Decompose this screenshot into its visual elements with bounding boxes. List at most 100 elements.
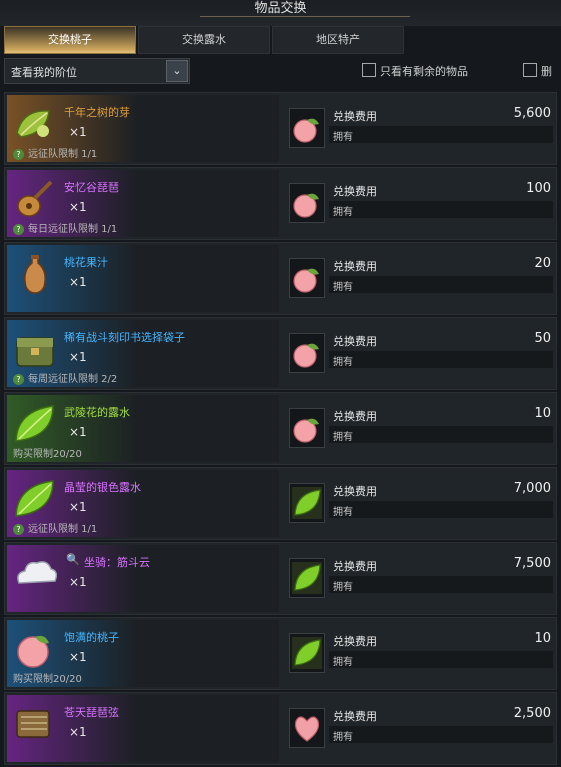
tab-bar: 交换桃子 交换露水 地区特产 <box>4 26 406 54</box>
leaf-bud-icon[interactable] <box>13 103 57 145</box>
peach-icon[interactable] <box>13 628 57 670</box>
tier-filter-dropdown[interactable]: 查看我的阶位 ⌄ <box>4 58 190 84</box>
item-name: 千年之树的芽 <box>64 106 130 119</box>
green-leaf-icon[interactable] <box>13 403 57 445</box>
exchange-item-row[interactable]: 饱满的桃子 ×1 购买限制20/20 兑换费用 10 拥有 <box>4 617 557 690</box>
item-quantity: ×1 <box>69 275 87 289</box>
purchase-limit: 每日远征队限制 1/1 <box>28 224 118 235</box>
delete-label: 删 <box>541 65 552 78</box>
item-name: 稀有战斗刻印书选择袋子 <box>64 331 185 344</box>
owned-bar: 拥有 <box>329 726 553 743</box>
exchange-item-row[interactable]: 武陵花的露水 ×1 购买限制20/20 兑换费用 10 拥有 <box>4 392 557 465</box>
item-quantity: ×1 <box>69 350 87 364</box>
item-quantity: ×1 <box>69 650 87 664</box>
tab-exchange-peach[interactable]: 交换桃子 <box>4 26 136 54</box>
limit-line: ? 每日远征队限制 1/1 <box>13 220 117 235</box>
dew-leaf-icon[interactable] <box>289 483 325 523</box>
cost-value: 20 <box>534 256 551 271</box>
title-ornament <box>200 16 410 17</box>
purchase-limit: 购买限制20/20 <box>13 674 82 685</box>
cost-label: 兑换费用 <box>333 485 377 498</box>
cost-panel: 兑换费用 7,500 拥有 <box>285 545 555 612</box>
bag-icon[interactable] <box>13 328 57 370</box>
owned-bar: 拥有 <box>329 501 553 518</box>
remaining-only-label: 只看有剩余的物品 <box>380 65 468 78</box>
exchange-item-row[interactable]: 桃花果汁 ×1 兑换费用 20 拥有 <box>4 242 557 315</box>
magnifier-icon[interactable]: 🔍 <box>66 553 80 566</box>
exchange-item-row[interactable]: 稀有战斗刻印书选择袋子 ×1? 每周远征队限制 2/2 兑换费用 50 拥有 <box>4 317 557 390</box>
purchase-limit: 购买限制20/20 <box>13 449 82 460</box>
owned-label: 拥有 <box>333 732 353 743</box>
cost-value: 50 <box>534 331 551 346</box>
cost-label: 兑换费用 <box>333 110 377 123</box>
strings-icon[interactable] <box>13 703 57 745</box>
cloud-icon[interactable] <box>13 553 58 595</box>
cost-value: 2,500 <box>513 706 551 721</box>
exchange-item-row[interactable]: 晶莹的银色露水 ×1? 远征队限制 1/1 兑换费用 7,000 拥有 <box>4 467 557 540</box>
purchase-limit: 每周远征队限制 2/2 <box>28 374 118 385</box>
owned-bar: 拥有 <box>329 576 553 593</box>
cost-panel: 兑换费用 5,600 拥有 <box>285 95 555 162</box>
item-panel: 苍天琵琶弦 ×1 <box>7 695 279 762</box>
item-name: 苍天琵琶弦 <box>64 706 119 719</box>
item-panel: 饱满的桃子 ×1 购买限制20/20 <box>7 620 279 687</box>
chevron-down-icon[interactable]: ⌄ <box>166 60 188 82</box>
exchange-list: 千年之树的芽 ×1? 远征队限制 1/1 兑换费用 5,600 拥有 安忆谷琵琶 ×1? 每日远… <box>4 92 557 767</box>
exchange-item-row[interactable]: 苍天琵琶弦 ×1 兑换费用 2,500 拥有 <box>4 692 557 765</box>
cost-peach-icon[interactable] <box>289 333 325 373</box>
purchase-limit: 远征队限制 1/1 <box>28 524 98 535</box>
owned-label: 拥有 <box>333 657 353 668</box>
heart-peach-icon[interactable] <box>289 708 325 748</box>
item-quantity: ×1 <box>69 200 87 214</box>
cost-value: 7,500 <box>513 556 551 571</box>
item-name: 桃花果汁 <box>64 256 108 269</box>
cost-panel: 兑换费用 10 拥有 <box>285 620 555 687</box>
cost-label: 兑换费用 <box>333 635 377 648</box>
tab-regional-specialty[interactable]: 地区特产 <box>272 26 404 54</box>
cost-value: 10 <box>534 406 551 421</box>
delete-checkbox[interactable] <box>523 63 537 77</box>
item-quantity: ×1 <box>69 575 87 589</box>
owned-label: 拥有 <box>333 507 353 518</box>
cost-label: 兑换费用 <box>333 560 377 573</box>
help-icon[interactable]: ? <box>13 373 24 385</box>
cost-peach-icon[interactable] <box>289 183 325 223</box>
limit-line: ? 远征队限制 1/1 <box>13 520 97 535</box>
cost-label: 兑换费用 <box>333 260 377 273</box>
item-panel: 武陵花的露水 ×1 购买限制20/20 <box>7 395 279 462</box>
cost-value: 5,600 <box>513 106 551 121</box>
help-icon[interactable]: ? <box>13 523 24 535</box>
owned-label: 拥有 <box>333 132 353 143</box>
exchange-item-row[interactable]: 千年之树的芽 ×1? 远征队限制 1/1 兑换费用 5,600 拥有 <box>4 92 557 165</box>
green-leaf-icon[interactable] <box>13 478 57 520</box>
dew-leaf-icon[interactable] <box>289 558 325 598</box>
cost-label: 兑换费用 <box>333 335 377 348</box>
owned-label: 拥有 <box>333 207 353 218</box>
lute-icon[interactable] <box>13 178 57 220</box>
tier-filter-label: 查看我的阶位 <box>11 66 77 79</box>
item-panel: 安忆谷琵琶 ×1? 每日远征队限制 1/1 <box>7 170 279 237</box>
tab-exchange-dew[interactable]: 交换露水 <box>138 26 270 54</box>
title-bar: 物品交换 <box>0 0 561 26</box>
cost-peach-icon[interactable] <box>289 408 325 448</box>
owned-bar: 拥有 <box>329 126 553 143</box>
vase-icon[interactable] <box>13 253 57 295</box>
owned-label: 拥有 <box>333 582 353 593</box>
item-quantity: ×1 <box>69 725 87 739</box>
cost-value: 100 <box>526 181 551 196</box>
owned-label: 拥有 <box>333 282 353 293</box>
exchange-item-row[interactable]: 安忆谷琵琶 ×1? 每日远征队限制 1/1 兑换费用 100 拥有 <box>4 167 557 240</box>
limit-line: ? 远征队限制 1/1 <box>13 145 97 160</box>
cost-peach-icon[interactable] <box>289 258 325 298</box>
exchange-item-row[interactable]: 🔍 坐骑：筋斗云 ×1 兑换费用 7,500 拥有 <box>4 542 557 615</box>
dew-leaf-icon[interactable] <box>289 633 325 673</box>
item-panel: 🔍 坐骑：筋斗云 ×1 <box>7 545 279 612</box>
cost-label: 兑换费用 <box>333 185 377 198</box>
cost-value: 10 <box>534 631 551 646</box>
help-icon[interactable]: ? <box>13 223 24 235</box>
cost-label: 兑换费用 <box>333 410 377 423</box>
help-icon[interactable]: ? <box>13 148 24 160</box>
remaining-only-checkbox[interactable] <box>362 63 376 77</box>
cost-panel: 兑换费用 20 拥有 <box>285 245 555 312</box>
cost-peach-icon[interactable] <box>289 108 325 148</box>
